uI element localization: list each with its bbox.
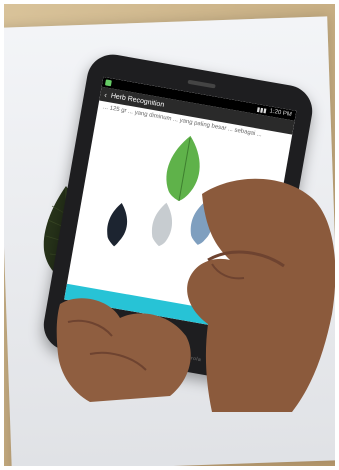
signal-icon: ▮▮▮: [256, 106, 268, 115]
photo: ▮▮▮ 1:20 PM ‹ Herb Recognition ... 125 g…: [4, 4, 335, 466]
notification-icon: [104, 79, 112, 87]
earpiece: [187, 79, 216, 89]
back-icon[interactable]: ‹: [104, 90, 108, 99]
leaf-dark[interactable]: [104, 201, 130, 248]
left-fingers: [56, 298, 191, 402]
